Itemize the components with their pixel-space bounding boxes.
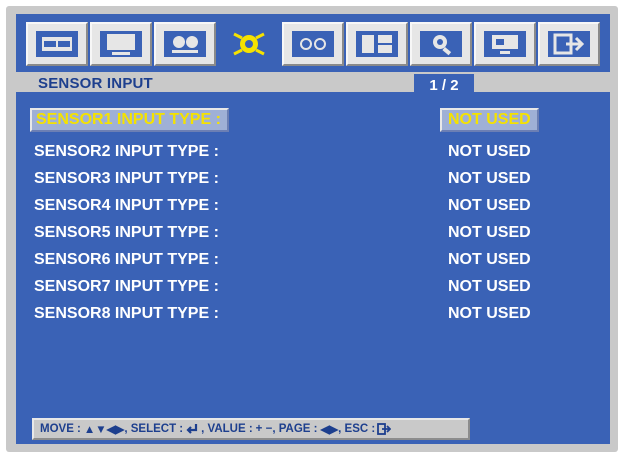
record-icon[interactable] xyxy=(346,22,408,66)
sensor2-row[interactable]: SENSOR2 INPUT TYPE : NOT USED xyxy=(16,140,610,166)
sensor3-value[interactable]: NOT USED xyxy=(448,170,531,188)
sensor7-value[interactable]: NOT USED xyxy=(448,278,531,296)
sensor-input-screen: SENSOR INPUT 1 / 2 SENSOR1 INPUT TYPE : … xyxy=(16,14,610,444)
search-icon[interactable] xyxy=(410,22,472,66)
help-move-keys: ▲▼◀▶ xyxy=(83,424,125,436)
help-page-keys: ◀▶ xyxy=(320,424,339,436)
sensor1-row[interactable]: SENSOR1 INPUT TYPE : NOT USED xyxy=(16,108,610,134)
sensor6-row[interactable]: SENSOR6 INPUT TYPE : NOT USED xyxy=(16,248,610,274)
menu-toolbar xyxy=(16,14,610,70)
sensor6-label: SENSOR6 INPUT TYPE : xyxy=(34,251,219,268)
help-page-label: , PAGE : xyxy=(272,423,318,435)
sensor5-row[interactable]: SENSOR5 INPUT TYPE : NOT USED xyxy=(16,221,610,247)
help-esc-label: , ESC : xyxy=(338,423,376,435)
sensor3-row[interactable]: SENSOR3 INPUT TYPE : NOT USED xyxy=(16,167,610,193)
sensor-icon[interactable] xyxy=(218,22,280,66)
sensor4-row[interactable]: SENSOR4 INPUT TYPE : NOT USED xyxy=(16,194,610,220)
sensor1-label: SENSOR1 INPUT TYPE : xyxy=(30,108,229,132)
camera-icon[interactable] xyxy=(154,22,216,66)
sensor8-row[interactable]: SENSOR8 INPUT TYPE : NOT USED xyxy=(16,302,610,328)
page-indicator[interactable]: 1 / 2 xyxy=(414,74,474,96)
sensor8-value[interactable]: NOT USED xyxy=(448,305,531,323)
sensor2-label: SENSOR2 INPUT TYPE : xyxy=(34,143,219,160)
help-value-label: , VALUE : xyxy=(201,423,253,435)
sensor1-value[interactable]: NOT USED xyxy=(440,108,539,132)
page-title: SENSOR INPUT xyxy=(38,75,153,92)
esc-exit-icon xyxy=(377,423,392,435)
display-icon[interactable] xyxy=(26,22,88,66)
sensor6-value[interactable]: NOT USED xyxy=(448,251,531,269)
sensor4-label: SENSOR4 INPUT TYPE : xyxy=(34,197,219,214)
sensor5-value[interactable]: NOT USED xyxy=(448,224,531,242)
key-help-bar: MOVE : ▲▼◀▶ , SELECT : , VALUE : + − , P… xyxy=(32,418,470,440)
exit-icon[interactable] xyxy=(538,22,600,66)
sensor5-label: SENSOR5 INPUT TYPE : xyxy=(34,224,219,241)
enter-key-icon xyxy=(186,424,198,434)
sensor3-label: SENSOR3 INPUT TYPE : xyxy=(34,170,219,187)
network-icon[interactable] xyxy=(474,22,536,66)
help-select-label: , SELECT : xyxy=(124,423,184,435)
sensor7-row[interactable]: SENSOR7 INPUT TYPE : NOT USED xyxy=(16,275,610,301)
monitor-icon[interactable] xyxy=(90,22,152,66)
sensor7-label: SENSOR7 INPUT TYPE : xyxy=(34,278,219,295)
sensor4-value[interactable]: NOT USED xyxy=(448,197,531,215)
help-value-keys: + − xyxy=(255,423,273,435)
sensor2-value[interactable]: NOT USED xyxy=(448,143,531,161)
help-move-label: MOVE : xyxy=(40,423,81,435)
sensor8-label: SENSOR8 INPUT TYPE : xyxy=(34,305,219,322)
device-icon[interactable] xyxy=(282,22,344,66)
